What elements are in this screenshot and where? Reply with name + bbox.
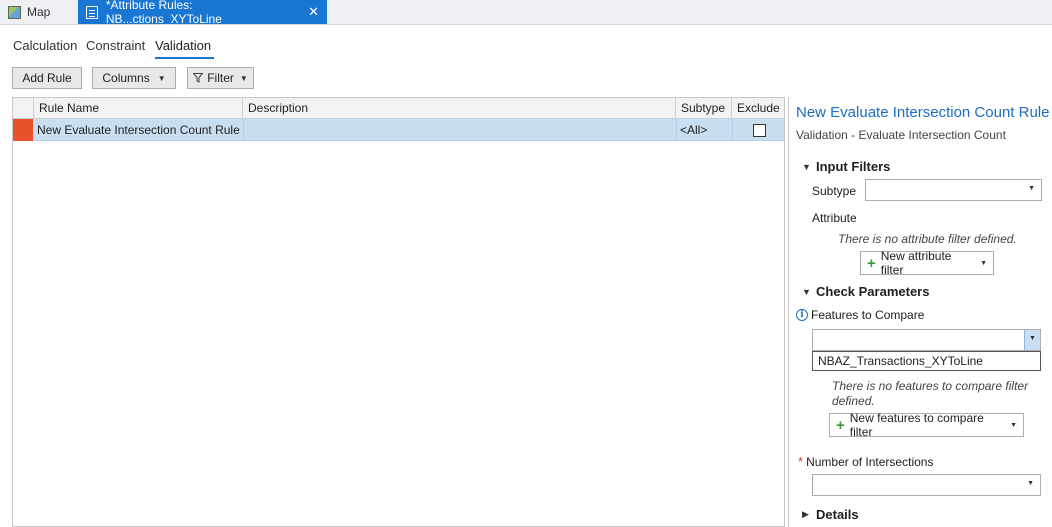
new-attribute-filter-button[interactable]: + New attribute filter ▼ bbox=[860, 249, 994, 277]
rule-subtitle: Validation - Evaluate Intersection Count bbox=[796, 128, 1006, 142]
column-header-exclude[interactable]: Exclude bbox=[732, 98, 784, 119]
chevron-down-icon: ▼ bbox=[802, 161, 811, 172]
chevron-down-icon: ▼ bbox=[1010, 421, 1017, 429]
features-to-compare-dropdown[interactable]: ▼ bbox=[812, 329, 1041, 351]
number-of-intersections-label: Number of Intersections bbox=[806, 454, 934, 469]
columns-button[interactable]: Columns ▼ bbox=[92, 67, 176, 89]
no-attribute-filter-message: There is no attribute filter defined. bbox=[838, 232, 1017, 246]
exclude-checkbox[interactable] bbox=[753, 123, 766, 137]
features-to-compare-label: Features to Compare bbox=[811, 308, 925, 322]
active-tab-indicator bbox=[155, 57, 214, 59]
column-header-subtype[interactable]: Subtype bbox=[676, 98, 732, 119]
row-selection-indicator bbox=[13, 119, 33, 141]
add-rule-button[interactable]: Add Rule bbox=[12, 67, 82, 89]
chevron-right-icon: ▶ bbox=[802, 509, 809, 519]
filter-button[interactable]: Filter ▼ bbox=[187, 67, 254, 89]
chevron-down-icon: ▼ bbox=[802, 286, 811, 297]
tab-constraint[interactable]: Constraint bbox=[86, 38, 145, 53]
chevron-down-icon: ▼ bbox=[1029, 335, 1036, 342]
tab-map-label: Map bbox=[27, 5, 51, 19]
column-header-description[interactable]: Description bbox=[243, 98, 676, 119]
number-of-intersections-label-row: * Number of Intersections bbox=[798, 454, 933, 469]
tab-map[interactable]: Map bbox=[0, 0, 76, 24]
new-features-to-compare-filter-button[interactable]: + New features to compare filter ▼ bbox=[829, 411, 1024, 439]
description-cell[interactable] bbox=[243, 119, 676, 141]
attribute-rules-icon bbox=[86, 5, 98, 19]
exclude-cell bbox=[732, 119, 784, 141]
caret-down-icon: ▼ bbox=[239, 73, 248, 83]
columns-label: Columns bbox=[102, 71, 150, 85]
column-header-label: Exclude bbox=[737, 101, 780, 115]
features-dropdown-option[interactable]: NBAZ_Transactions_XYToLine bbox=[812, 351, 1041, 371]
rule-title: New Evaluate Intersection Count Rule bbox=[796, 104, 1050, 121]
funnel-icon bbox=[193, 73, 204, 83]
close-icon[interactable]: ✕ bbox=[308, 4, 319, 20]
button-label: New attribute filter bbox=[880, 249, 952, 277]
check-parameters-header[interactable]: ▼ Check Parameters bbox=[802, 284, 929, 299]
section-title: Input Filters bbox=[816, 159, 891, 174]
chevron-down-icon: ▼ bbox=[1027, 480, 1034, 487]
chevron-down-icon: ▼ bbox=[980, 259, 987, 267]
filter-label: Filter bbox=[207, 71, 234, 85]
pane-divider bbox=[788, 97, 789, 527]
subtype-label: Subtype bbox=[812, 184, 857, 198]
rule-name-cell[interactable]: New Evaluate Intersection Count Rule bbox=[34, 119, 243, 141]
details-header[interactable]: ▶ Details bbox=[802, 507, 859, 522]
row-header-corner bbox=[13, 98, 34, 119]
subtype-dropdown[interactable]: ▼ bbox=[865, 179, 1042, 201]
section-title: Check Parameters bbox=[816, 284, 930, 299]
input-filters-header[interactable]: ▼ Input Filters bbox=[802, 159, 890, 174]
column-header-rule-name[interactable]: Rule Name bbox=[34, 98, 243, 119]
chevron-down-icon: ▼ bbox=[1028, 185, 1035, 192]
tab-calculation[interactable]: Calculation bbox=[13, 38, 77, 53]
column-header-label: Subtype bbox=[681, 101, 726, 115]
button-label: New features to compare filter bbox=[849, 411, 984, 439]
plus-icon: + bbox=[867, 254, 876, 272]
column-header-label: Rule Name bbox=[39, 101, 100, 115]
info-icon[interactable]: i bbox=[796, 309, 808, 321]
required-marker: * bbox=[798, 454, 804, 469]
tab-attribute-rules-label: *Attribute Rules: NB...ctions_XYToLine bbox=[105, 0, 222, 26]
no-features-filter-message-line2: defined. bbox=[832, 394, 875, 408]
section-title: Details bbox=[816, 507, 859, 522]
number-of-intersections-dropdown[interactable]: ▼ bbox=[812, 474, 1041, 496]
no-features-filter-message-line1: There is no features to compare filter bbox=[832, 379, 1029, 393]
map-icon bbox=[8, 5, 21, 19]
rules-table: Rule Name Description Subtype Exclude Ne… bbox=[12, 97, 785, 527]
attribute-label: Attribute bbox=[812, 211, 857, 225]
subtype-cell[interactable]: <All> bbox=[676, 119, 732, 141]
dropdown-toggle[interactable]: ▼ bbox=[1024, 330, 1040, 350]
column-header-label: Description bbox=[248, 101, 309, 115]
add-rule-label: Add Rule bbox=[22, 71, 72, 85]
tab-validation[interactable]: Validation bbox=[155, 38, 211, 53]
tab-attribute-rules[interactable]: *Attribute Rules: NB...ctions_XYToLine ✕ bbox=[78, 0, 327, 26]
plus-icon: + bbox=[836, 416, 845, 434]
features-to-compare-label-row: i Features to Compare bbox=[796, 308, 924, 322]
caret-down-icon: ▼ bbox=[157, 73, 166, 83]
